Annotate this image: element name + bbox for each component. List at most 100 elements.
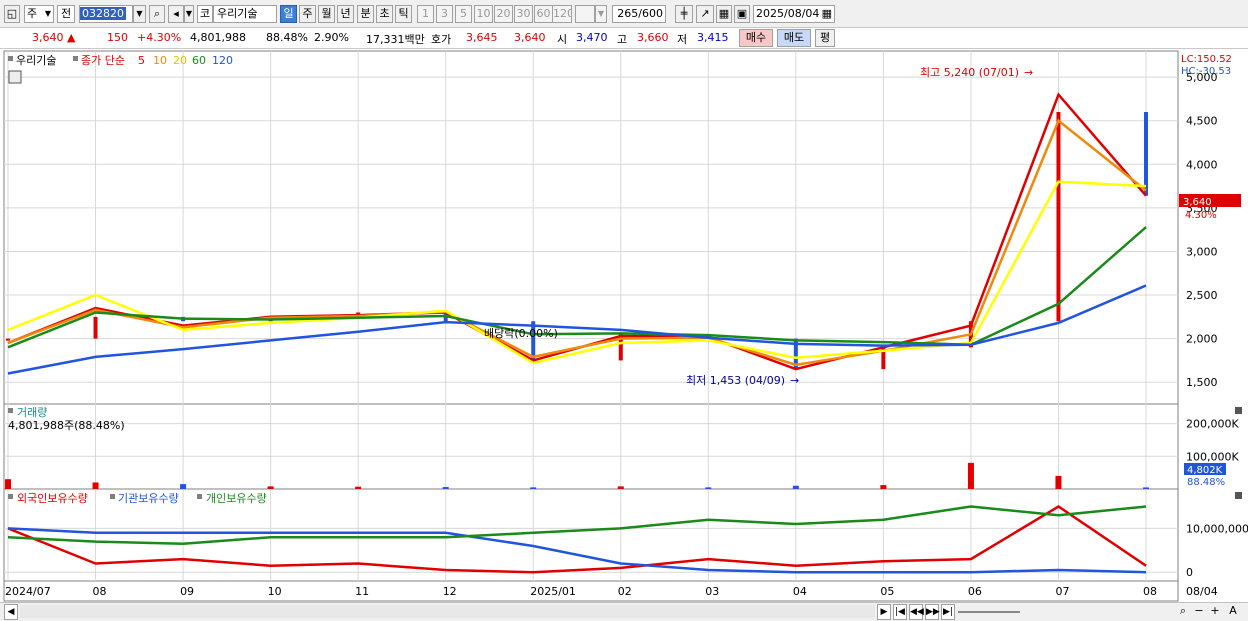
window-icon[interactable]: ◱ <box>4 5 20 23</box>
xaxis-tick-label: 11 <box>355 585 369 598</box>
last-price-label: 3,640 <box>1183 197 1212 208</box>
holding-panel-close-icon[interactable] <box>1235 492 1242 499</box>
zoom-slider[interactable] <box>958 611 1020 613</box>
price-candle <box>93 316 98 339</box>
volume-tick-label: 200,000K <box>1186 418 1239 431</box>
interval-60[interactable]: 60 <box>534 5 553 23</box>
save-icon[interactable]: ▣ <box>734 5 750 23</box>
chart-svg[interactable]: 2024/07 08 09 10 11 12 2025/01 02 03 04 05 06 07 081,… <box>0 50 1248 602</box>
xaxis-tick-label: 10 <box>268 585 282 598</box>
price-candle <box>1144 112 1148 196</box>
scroll-left-icon[interactable]: ◀ <box>4 604 18 620</box>
holding-legend-swatch-1 <box>8 494 13 499</box>
period-day[interactable]: 일 <box>280 5 297 23</box>
period-second[interactable]: 초 <box>376 5 393 23</box>
xaxis-tick-label: 02 <box>618 585 632 598</box>
price-change: 150 <box>107 31 128 44</box>
lc-label: LC:150.52 <box>1181 54 1232 65</box>
trade-value: 17,331백만 <box>366 33 425 46</box>
count-value: 265 <box>617 7 639 20</box>
next-page-icon[interactable]: ▶▶ <box>925 604 940 620</box>
interval-30[interactable]: 30 <box>514 5 533 23</box>
zoom-out-icon[interactable]: − <box>1192 604 1206 620</box>
chevron-down-icon: ▼ <box>44 9 51 18</box>
price-tick-label: 1,500 <box>1186 376 1218 389</box>
price-legend-swatch <box>8 56 13 61</box>
low-price: 3,415 <box>697 31 729 44</box>
chart-area[interactable]: 2024/07 08 09 10 11 12 2025/01 02 03 04 05 06 07 08 1,… <box>0 50 1248 602</box>
interval-chevron-icon[interactable]: ▼ <box>595 5 607 23</box>
period-week[interactable]: 주 <box>299 5 316 23</box>
min-arrow-icon: → <box>790 374 799 387</box>
high-price: 3,660 <box>637 31 669 44</box>
stock-name: 우리기술 <box>217 7 258 20</box>
candle-icon[interactable]: ╪ <box>675 5 693 23</box>
volume-bar <box>617 486 624 489</box>
speaker-chevron-icon[interactable]: ▼ <box>184 5 194 23</box>
xaxis-tick-label: 08 <box>93 585 107 598</box>
volume-bar <box>180 484 187 489</box>
speaker-icon[interactable]: ◂ <box>168 5 184 23</box>
last-page-icon[interactable]: ▶| <box>941 604 955 620</box>
price-tick-label: 2,500 <box>1186 289 1218 302</box>
period-month[interactable]: 월 <box>318 5 335 23</box>
ma-legend-label: 종가 단순 <box>81 54 125 67</box>
volume-bar <box>355 486 362 489</box>
ma-legend-5: 5 <box>138 54 145 67</box>
ma-legend-20: 20 <box>173 54 187 67</box>
xaxis-tick-label: 04 <box>793 585 807 598</box>
code-dropdown-chevron-icon[interactable]: ▼ <box>133 5 146 23</box>
volume-bar <box>5 479 11 489</box>
indicator-icon[interactable]: ↗ <box>696 5 714 23</box>
interval-1[interactable]: 1 <box>417 5 434 23</box>
type-select[interactable]: 주 ▼ <box>24 5 54 23</box>
first-page-icon[interactable]: |◀ <box>893 604 907 620</box>
horizontal-scrollbar[interactable] <box>20 605 875 618</box>
search-zoom-icon[interactable]: ⌕ <box>1176 604 1190 620</box>
zoom-in-icon[interactable]: + <box>1208 604 1222 620</box>
interval-custom-input[interactable] <box>575 5 595 23</box>
calculator-icon[interactable] <box>8 70 22 84</box>
xaxis-tick-label: 09 <box>180 585 194 598</box>
holding-legend-institution: 기관보유수량 <box>118 492 179 505</box>
prev-page-icon[interactable]: ◀◀ <box>909 604 924 620</box>
volume-tick-label: 100,000K <box>1186 450 1239 463</box>
volume-bar <box>967 462 974 489</box>
scroll-right-icon[interactable]: ▶ <box>877 604 891 620</box>
prev-button[interactable]: 전 <box>57 5 75 23</box>
stock-name-field[interactable]: 우리기술 <box>213 5 277 23</box>
xaxis-tick-label: 2024/07 <box>5 585 51 598</box>
price-change-pct: +4.30% <box>137 31 182 44</box>
up-arrow-icon: ▲ <box>67 31 76 44</box>
interval-120[interactable]: 120 <box>552 5 572 23</box>
period-year[interactable]: 년 <box>337 5 354 23</box>
count-input[interactable]: 265/600 <box>612 5 666 23</box>
volume-bar <box>530 487 537 489</box>
average-button[interactable]: 평 <box>815 29 835 47</box>
buy-button[interactable]: 매수 <box>739 29 773 47</box>
period-tick[interactable]: 틱 <box>395 5 412 23</box>
price-tick-label: 2,000 <box>1186 333 1218 346</box>
price-tick-label: 3,000 <box>1186 245 1218 258</box>
volume-panel-frame <box>3 403 1179 490</box>
calendar-icon[interactable]: ▦ <box>822 6 832 22</box>
xaxis-tick-label: 06 <box>968 585 982 598</box>
open-label: 시 <box>557 33 568 46</box>
interval-10[interactable]: 10 <box>474 5 493 23</box>
volume-last-label: 4,802K <box>1187 465 1223 476</box>
xaxis-tick-label: 07 <box>1055 585 1069 598</box>
code-input[interactable]: 032820 <box>79 5 133 23</box>
font-size-icon[interactable]: A <box>1226 604 1240 620</box>
period-minute[interactable]: 분 <box>357 5 374 23</box>
grid-icon[interactable]: ▦ <box>716 5 732 23</box>
interval-3[interactable]: 3 <box>436 5 453 23</box>
date-input[interactable]: 2025/08/04 ▦ <box>753 5 835 23</box>
xaxis-tick-label: 12 <box>443 585 457 598</box>
interval-20[interactable]: 20 <box>494 5 513 23</box>
bid-label: 호가 <box>431 33 452 46</box>
interval-5[interactable]: 5 <box>455 5 472 23</box>
sell-button[interactable]: 매도 <box>777 29 811 47</box>
volume-panel-close-icon[interactable] <box>1235 407 1242 414</box>
search-icon[interactable]: ⌕ <box>149 5 165 23</box>
price-tick-label: 4,000 <box>1186 158 1218 171</box>
